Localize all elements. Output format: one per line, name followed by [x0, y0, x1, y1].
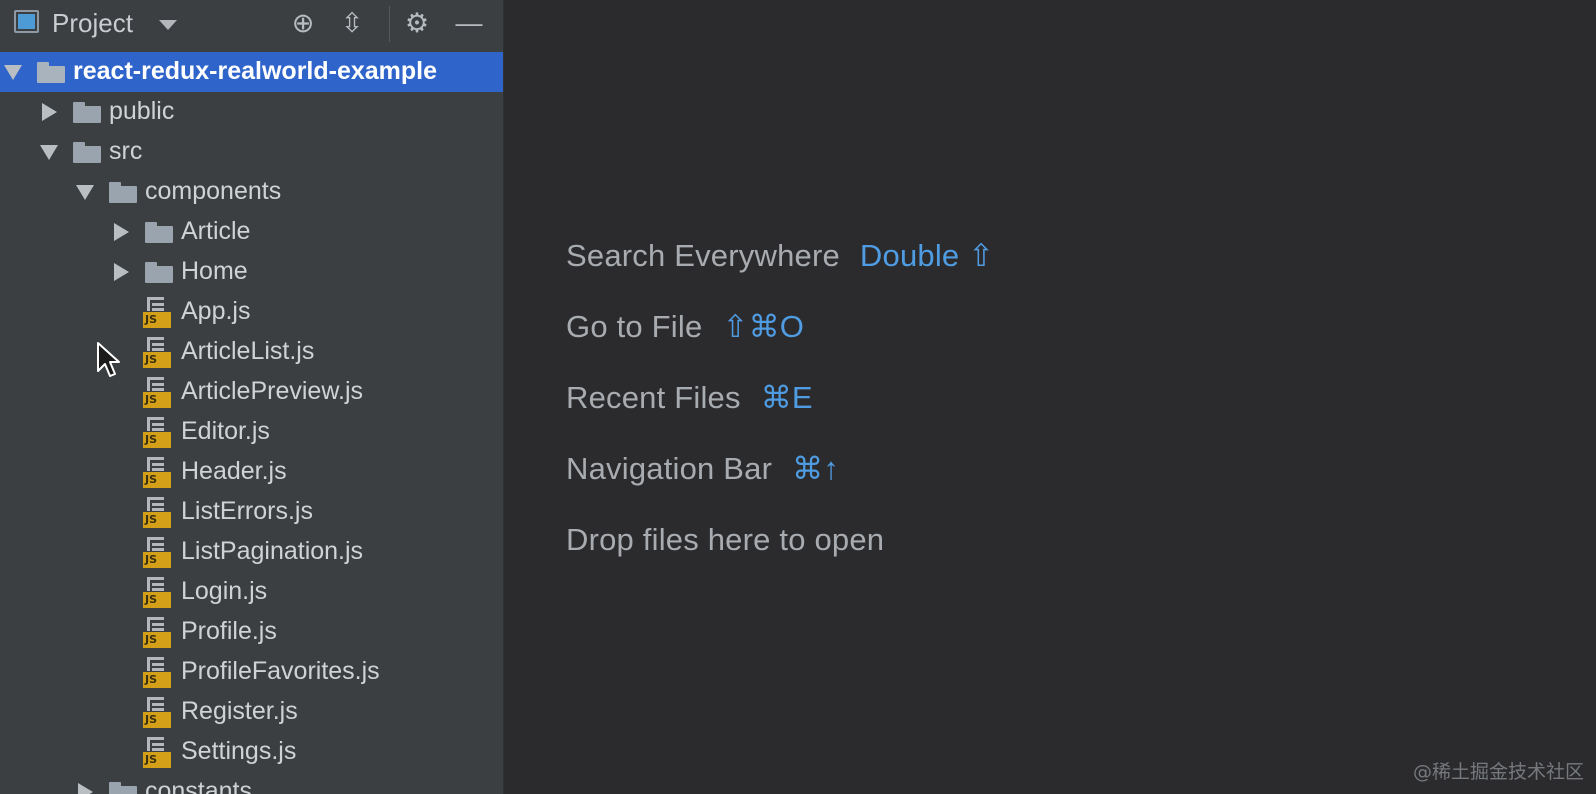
- js-file-icon: JS: [143, 697, 171, 728]
- js-file-icon: JS: [143, 537, 171, 568]
- js-file-icon: JS: [143, 577, 171, 608]
- hint-label: Recent Files: [566, 380, 741, 415]
- hint-label: Search Everywhere: [566, 238, 840, 273]
- minimize-icon[interactable]: —: [454, 8, 484, 38]
- project-view-title[interactable]: Project: [52, 8, 133, 39]
- folder-icon: [109, 182, 137, 203]
- project-view-icon: [14, 10, 39, 33]
- tree-folder-item[interactable]: constants: [0, 772, 503, 794]
- editor-hint: Go to File ⇧⌘O: [566, 309, 804, 345]
- gear-icon[interactable]: ⚙: [402, 8, 432, 38]
- chevron-right-icon[interactable]: [114, 263, 129, 281]
- tree-item-label: ProfileFavorites.js: [181, 657, 380, 685]
- locate-target-icon[interactable]: ⊕: [288, 8, 318, 38]
- tree-file-item[interactable]: JS Settings.js: [0, 732, 503, 772]
- js-file-icon: JS: [143, 657, 171, 688]
- tree-item-label: ArticleList.js: [181, 337, 315, 365]
- hint-shortcut: ⇧⌘O: [722, 309, 805, 344]
- editor-hint: Recent Files ⌘E: [566, 380, 813, 416]
- collapse-all-icon[interactable]: ⇳: [337, 8, 367, 38]
- tree-item-label: Home: [181, 257, 248, 285]
- chevron-down-icon[interactable]: [40, 145, 58, 160]
- tree-file-item[interactable]: JS Register.js: [0, 692, 503, 732]
- tree-file-item[interactable]: JS Editor.js: [0, 412, 503, 452]
- tree-folder-item[interactable]: src: [0, 132, 503, 172]
- folder-icon: [145, 262, 173, 283]
- js-file-icon: JS: [143, 617, 171, 648]
- tree-item-label: react-redux-realworld-example: [73, 57, 438, 85]
- tree-item-label: Profile.js: [181, 617, 277, 645]
- folder-icon: [73, 102, 101, 123]
- js-file-icon: JS: [143, 377, 171, 408]
- hint-label: Go to File: [566, 309, 703, 344]
- folder-icon: [109, 782, 137, 794]
- chevron-down-icon[interactable]: [76, 185, 94, 200]
- hint-shortcut: ⌘↑: [792, 451, 840, 486]
- hint-shortcut: ⌘E: [760, 380, 813, 415]
- tree-item-label: Login.js: [181, 577, 268, 605]
- project-tool-window: Project ⊕ ⇳ ⚙ — react-redux-realworld-ex…: [0, 0, 504, 794]
- tree-item-label: Settings.js: [181, 737, 297, 765]
- hint-label: Navigation Bar: [566, 451, 773, 486]
- tree-file-item[interactable]: JS Login.js: [0, 572, 503, 612]
- editor-hint: Navigation Bar ⌘↑: [566, 451, 839, 487]
- tree-item-label: ArticlePreview.js: [181, 377, 363, 405]
- chevron-right-icon[interactable]: [114, 223, 129, 241]
- chevron-down-icon[interactable]: [159, 20, 177, 30]
- js-file-icon: JS: [143, 337, 171, 368]
- tree-file-item[interactable]: JS App.js: [0, 292, 503, 332]
- js-file-icon: JS: [143, 457, 171, 488]
- editor-hint: Drop files here to open: [566, 522, 884, 558]
- tree-folder-item[interactable]: Article: [0, 212, 503, 252]
- hint-shortcut: Double ⇧: [859, 238, 995, 273]
- tree-folder-item[interactable]: react-redux-realworld-example: [0, 52, 503, 92]
- folder-icon: [145, 222, 173, 243]
- tree-file-item[interactable]: JS Header.js: [0, 452, 503, 492]
- folder-icon: [37, 62, 65, 83]
- tree-folder-item[interactable]: components: [0, 172, 503, 212]
- tree-item-label: Article: [181, 217, 251, 245]
- tree-item-label: ListPagination.js: [181, 537, 364, 565]
- tree-item-label: constants: [145, 777, 253, 794]
- tree-file-item[interactable]: JS ArticleList.js: [0, 332, 503, 372]
- editor-hint: Search Everywhere Double ⇧: [566, 238, 994, 274]
- project-toolbar: Project ⊕ ⇳ ⚙ —: [0, 0, 503, 48]
- tree-item-label: public: [109, 97, 175, 125]
- tree-item-label: ListErrors.js: [181, 497, 313, 525]
- tree-item-label: Register.js: [181, 697, 298, 725]
- tree-file-item[interactable]: JS ListErrors.js: [0, 492, 503, 532]
- tree-file-item[interactable]: JS ListPagination.js: [0, 532, 503, 572]
- tree-file-item[interactable]: JS ArticlePreview.js: [0, 372, 503, 412]
- watermark: @稀土掘金技术社区: [1412, 761, 1584, 783]
- hint-label: Drop files here to open: [566, 522, 885, 557]
- chevron-down-icon[interactable]: [4, 65, 22, 80]
- tree-folder-item[interactable]: Home: [0, 252, 503, 292]
- js-file-icon: JS: [143, 737, 171, 768]
- chevron-right-icon[interactable]: [42, 103, 57, 121]
- js-file-icon: JS: [143, 297, 171, 328]
- folder-icon: [73, 142, 101, 163]
- tree-item-label: App.js: [181, 297, 251, 325]
- tree-folder-item[interactable]: public: [0, 92, 503, 132]
- tree-item-label: Header.js: [181, 457, 287, 485]
- tree-item-label: components: [145, 177, 282, 205]
- tree-item-label: Editor.js: [181, 417, 270, 445]
- tree-item-label: src: [109, 137, 143, 165]
- tree-file-item[interactable]: JS ProfileFavorites.js: [0, 652, 503, 692]
- chevron-right-icon[interactable]: [78, 783, 93, 794]
- tree-file-item[interactable]: JS Profile.js: [0, 612, 503, 652]
- js-file-icon: JS: [143, 417, 171, 448]
- toolbar-separator: [389, 6, 390, 42]
- js-file-icon: JS: [143, 497, 171, 528]
- mouse-pointer-icon: [97, 342, 120, 377]
